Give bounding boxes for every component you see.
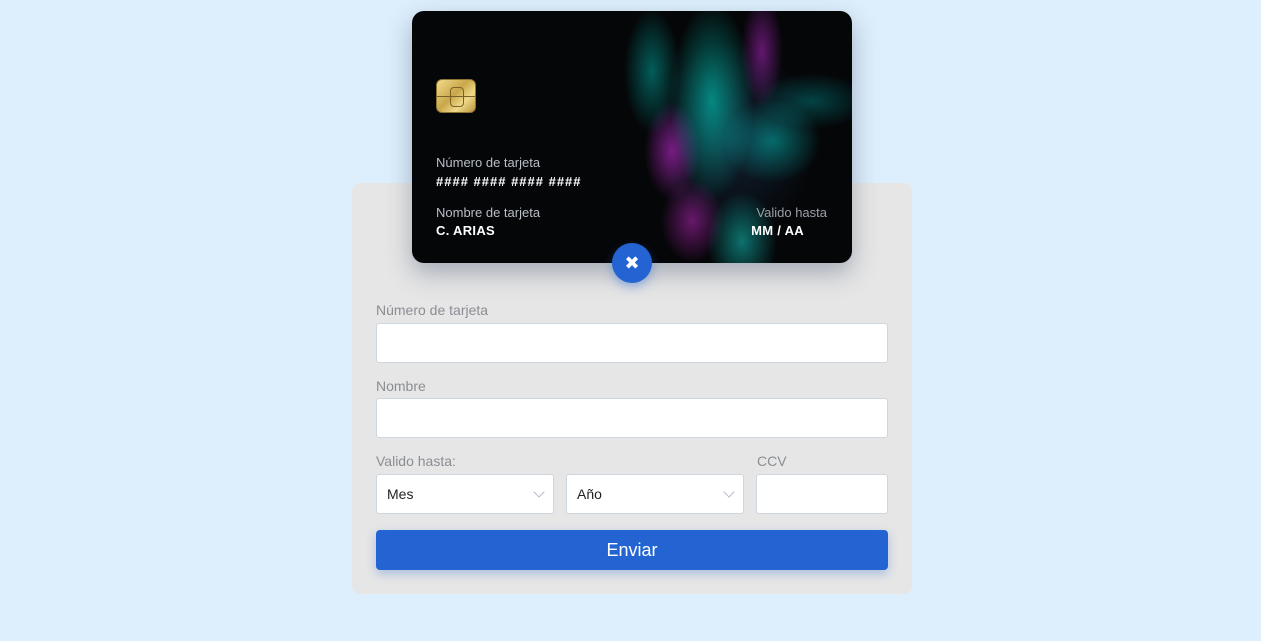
year-select-value: Año: [577, 486, 602, 502]
ccv-input[interactable]: [756, 474, 888, 514]
toggle-form-button[interactable]: ✖: [612, 243, 652, 283]
card-number-input[interactable]: [376, 323, 888, 363]
chevron-down-icon: [533, 486, 545, 498]
card-expiry-label: Valido hasta: [756, 205, 827, 220]
card-chip-icon: [436, 79, 476, 113]
name-field-label: Nombre: [376, 378, 426, 394]
expiry-field-label: Valido hasta:: [376, 453, 456, 469]
submit-button[interactable]: Enviar: [376, 530, 888, 570]
card-name-value: C. ARIAS: [436, 223, 495, 238]
year-select[interactable]: Año: [566, 474, 744, 514]
card-name-label: Nombre de tarjeta: [436, 205, 541, 220]
chevron-down-icon: [723, 486, 735, 498]
month-select[interactable]: Mes: [376, 474, 554, 514]
name-input[interactable]: [376, 398, 888, 438]
credit-card-preview: Número de tarjeta #### #### #### #### No…: [412, 11, 852, 263]
card-number-field-label: Número de tarjeta: [376, 302, 489, 318]
ccv-field-label: CCV: [757, 453, 787, 469]
card-expiry-value: MM / AA: [751, 223, 804, 238]
close-icon: ✖: [624, 252, 640, 273]
card-number-label: Número de tarjeta: [436, 155, 541, 170]
card-number-value: #### #### #### ####: [436, 174, 582, 189]
page: Número de tarjeta #### #### #### #### No…: [0, 0, 1261, 641]
month-select-value: Mes: [387, 486, 414, 502]
